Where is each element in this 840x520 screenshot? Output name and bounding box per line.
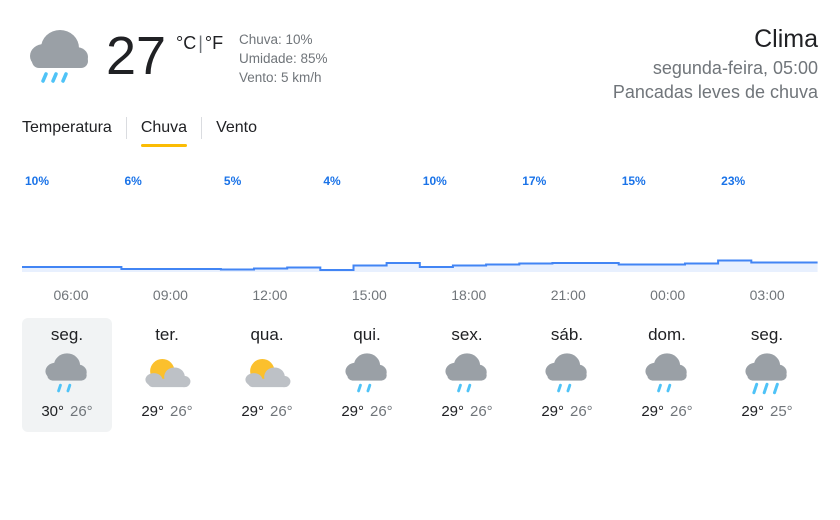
rain-value-label: 10% [25,174,49,188]
wind-text: Vento: 5 km/h [239,70,322,85]
day-temps: 30° 26° [22,402,112,422]
day-high-temp: 29° [441,403,464,420]
unit-separator: | [198,33,203,53]
unit-toggle: °C | °F [176,33,223,54]
day-low-temp: 26° [570,403,593,420]
tab-temperature[interactable]: Temperatura [22,117,112,147]
rain-cloud-icon [645,353,687,393]
day-name: qua. [250,325,284,344]
precipitation-text: Chuva: 10% [239,32,313,47]
day-name: qui. [353,325,381,344]
day-high-temp: 29° [541,403,564,420]
day-temps: 29° 25° [722,402,812,422]
daily-forecast: seg. 30° 26° ter. 29° 26° qua. 29° 26° qui. 29° 26°… [22,318,822,433]
time-tick-label: 12:00 [252,287,287,303]
day-high-temp: 30° [41,403,64,420]
time-tick-label: 09:00 [153,287,188,303]
rain-value-label: 23% [721,174,745,188]
day-card[interactable]: sáb. 29° 26° [522,318,612,432]
day-high-temp: 29° [141,403,164,420]
rain-value-label: 6% [124,174,142,188]
rain-cloud-icon [45,353,87,393]
rain-value-label: 15% [622,174,646,188]
chart-tabs: Temperatura Chuva Vento [22,117,257,151]
day-low-temp: 26° [370,403,393,420]
tab-rain[interactable]: Chuva [140,117,188,147]
rain-chart: 10% 6% 5% 4% 10% 17% 15% 23% 06:00 09:00 12:00 15:0… [0,165,840,310]
condition-text: Pancadas leves de chuva [612,82,818,102]
day-low-temp: 26° [170,403,193,420]
rain-chart-svg: 10% 6% 5% 4% 10% 17% 15% 23% 06:00 09:00 12:00 15:0… [22,174,818,303]
rain-cloud-icon [345,353,387,393]
time-tick-label: 00:00 [650,287,685,303]
day-card[interactable]: sex. 29° 26° [422,318,512,432]
partly-cloudy-icon [145,359,191,388]
time-tick-label: 03:00 [750,287,785,303]
humidity-text: Umidade: 85% [239,51,328,66]
day-card[interactable]: seg. 30° 26° [22,318,112,432]
day-card[interactable]: qui. 29° 26° [322,318,412,432]
fahrenheit-toggle[interactable]: °F [205,33,223,53]
day-name: dom. [648,325,686,344]
day-temps: 29° 26° [122,402,212,422]
rain-cloud-icon [30,30,88,83]
day-name: sex. [451,325,483,344]
rain-value-label: 5% [224,174,242,188]
time-tick-label: 18:00 [451,287,486,303]
partly-cloudy-icon [245,359,291,388]
day-low-temp: 26° [270,403,293,420]
day-temps: 29° 26° [622,402,712,422]
day-temps: 29° 26° [522,402,612,422]
day-temps: 29° 26° [322,402,412,422]
day-low-temp: 25° [770,403,793,420]
day-high-temp: 29° [241,403,264,420]
time-tick-label: 21:00 [551,287,586,303]
day-name: seg. [50,325,84,344]
time-tick-label: 06:00 [53,287,88,303]
celsius-toggle[interactable]: °C [176,33,196,53]
day-name: ter. [155,325,179,344]
day-card[interactable]: ter. 29° 26° [122,318,212,432]
day-temps: 29° 26° [422,402,512,422]
day-high-temp: 29° [341,403,364,420]
day-high-temp: 29° [741,403,764,420]
tab-divider [125,117,127,139]
rain-cloud-icon [445,353,487,393]
day-name: seg. [750,325,784,344]
location-block: Clima segunda-feira, 05:00 Pancadas leve… [613,22,818,104]
day-card[interactable]: seg. 29° 25° [722,318,812,432]
day-low-temp: 26° [470,403,493,420]
tab-divider [201,117,203,139]
rain-value-label: 10% [423,174,447,188]
rain-value-label: 17% [522,174,546,188]
day-high-temp: 29° [641,403,664,420]
day-card[interactable]: dom. 29° 26° [622,318,712,432]
current-temperature: 27 [106,26,167,86]
rain-cloud-icon [545,353,587,393]
time-tick-label: 15:00 [352,287,387,303]
day-card[interactable]: qua. 29° 26° [222,318,312,432]
weather-title: Clima [754,25,818,53]
weather-header: 27 °C | °F Chuva: 10% Umidade: 85% Vento: … [0,0,840,110]
datetime-text: segunda-feira, 05:00 [652,58,818,78]
day-low-temp: 26° [70,403,93,420]
day-low-temp: 26° [670,403,693,420]
day-temps: 29° 26° [222,402,312,422]
heavy-rain-cloud-icon [745,353,787,395]
weather-details: Chuva: 10% Umidade: 85% Vento: 5 km/h [239,30,328,87]
tab-wind[interactable]: Vento [216,117,257,147]
rain-value-label: 4% [323,174,341,188]
day-name: sáb. [550,325,584,344]
